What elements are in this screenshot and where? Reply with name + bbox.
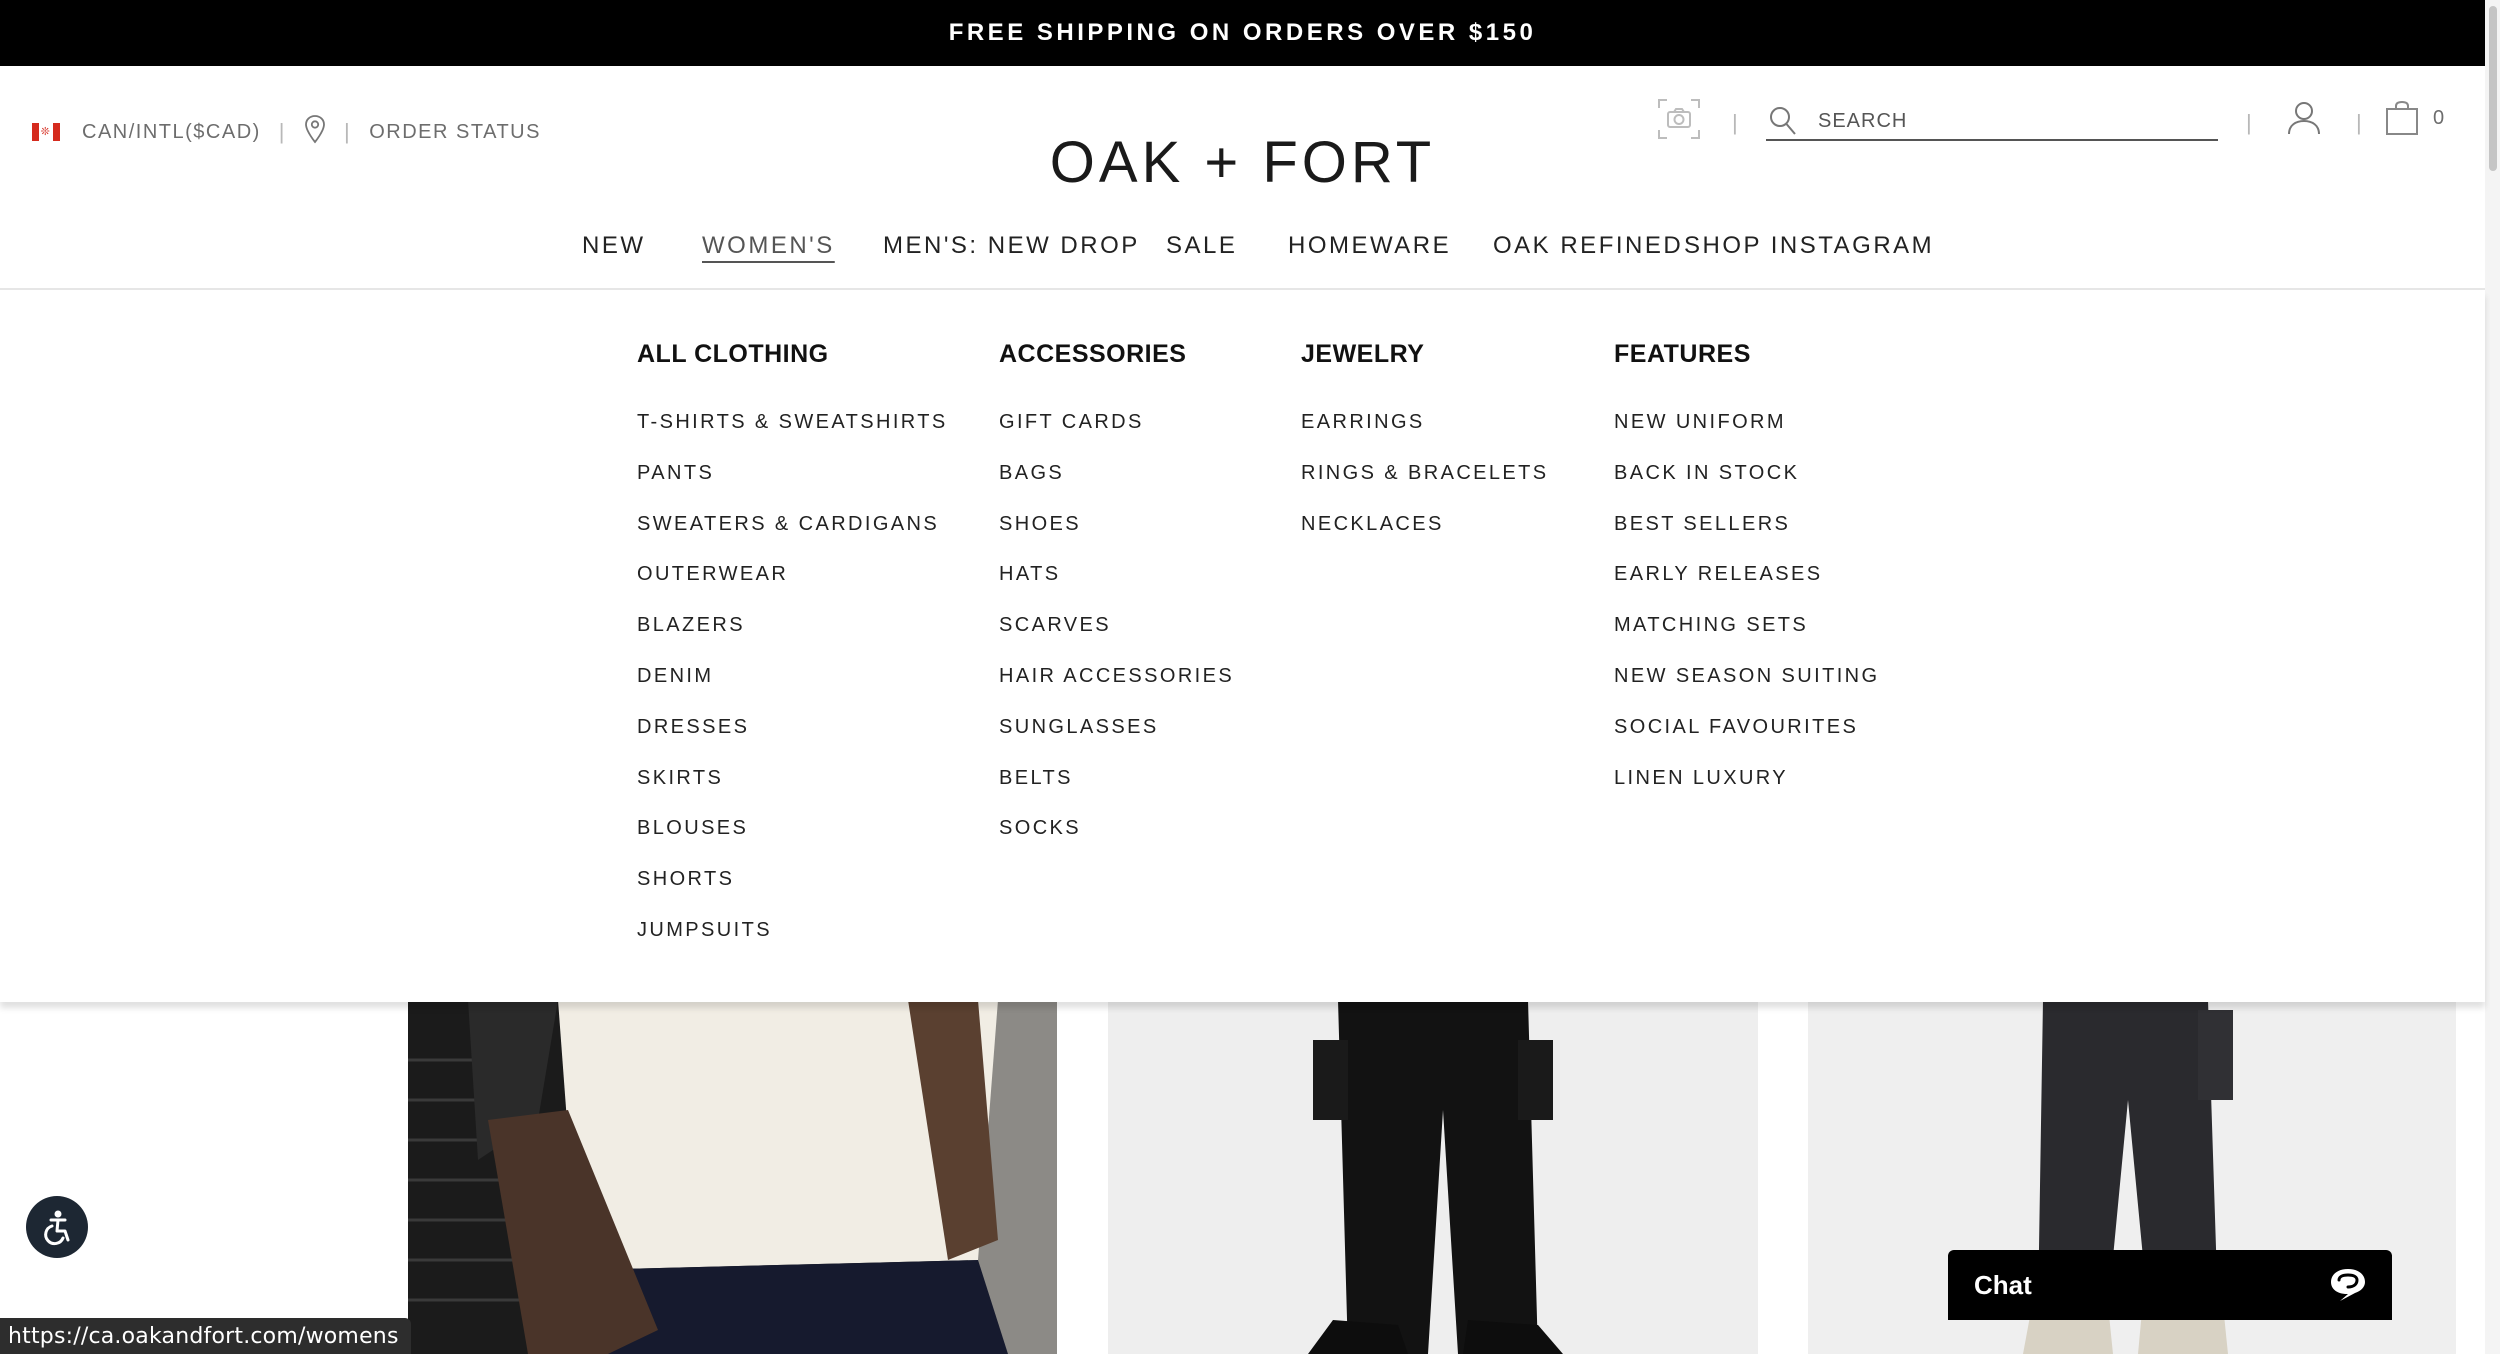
visual-search-camera-icon[interactable] xyxy=(1657,98,1701,140)
menu-item[interactable]: DRESSES xyxy=(637,716,948,767)
nav-oak-refined[interactable]: OAK REFINED xyxy=(1493,232,1683,260)
search-input[interactable] xyxy=(1818,109,2198,133)
chat-bubble-icon xyxy=(2331,1269,2365,1301)
browser-status-url: https://ca.oakandfort.com/womens xyxy=(0,1318,411,1354)
menu-item[interactable]: MATCHING SETS xyxy=(1614,614,1879,665)
menu-item[interactable]: BLOUSES xyxy=(637,817,948,868)
menu-heading-accessories[interactable]: ACCESSORIES xyxy=(999,340,1234,369)
menu-item[interactable]: RINGS & BRACELETS xyxy=(1301,462,1549,513)
divider: | xyxy=(1732,110,1738,135)
menu-item[interactable]: SHORTS xyxy=(637,868,948,919)
chat-widget[interactable]: Chat xyxy=(1948,1250,2392,1320)
menu-item[interactable]: SUNGLASSES xyxy=(999,716,1234,767)
nav-mens-new-drop[interactable]: MEN'S: NEW DROP xyxy=(883,232,1140,260)
product-image[interactable] xyxy=(1108,1000,1758,1354)
menu-item[interactable]: BACK IN STOCK xyxy=(1614,462,1879,513)
site-logo[interactable]: OAK + FORT xyxy=(0,134,2485,192)
menu-heading-all-clothing[interactable]: ALL CLOTHING xyxy=(637,340,948,369)
menu-item[interactable]: NECKLACES xyxy=(1301,513,1549,564)
nav-sale[interactable]: SALE xyxy=(1166,232,1237,260)
chat-label: Chat xyxy=(1974,1269,2032,1300)
cart-button[interactable]: 0 xyxy=(2385,100,2444,136)
menu-item[interactable]: EARLY RELEASES xyxy=(1614,563,1879,614)
menu-item[interactable]: SHOES xyxy=(999,513,1234,564)
divider: | xyxy=(2246,110,2252,135)
scrollbar-thumb[interactable] xyxy=(2489,6,2497,171)
menu-heading-jewelry[interactable]: JEWELRY xyxy=(1301,340,1549,369)
search-bar[interactable] xyxy=(1766,103,2218,141)
main-navigation: NEW WOMEN'S MEN'S: NEW DROP SALE HOMEWAR… xyxy=(0,232,2485,288)
menu-item[interactable]: NEW SEASON SUITING xyxy=(1614,665,1879,716)
menu-item[interactable]: T-SHIRTS & SWEATSHIRTS xyxy=(637,411,948,462)
divider: | xyxy=(2356,110,2362,135)
menu-heading-features[interactable]: FEATURES xyxy=(1614,340,1879,369)
menu-item[interactable]: OUTERWEAR xyxy=(637,563,948,614)
menu-column-clothing: ALL CLOTHING T-SHIRTS & SWEATSHIRTS PANT… xyxy=(637,340,948,970)
menu-item[interactable]: BELTS xyxy=(999,767,1234,818)
accessibility-icon[interactable] xyxy=(26,1196,88,1258)
menu-item[interactable]: EARRINGS xyxy=(1301,411,1549,462)
menu-item[interactable]: BAGS xyxy=(999,462,1234,513)
nav-homeware[interactable]: HOMEWARE xyxy=(1288,232,1451,260)
menu-item[interactable]: DENIM xyxy=(637,665,948,716)
nav-shop-instagram[interactable]: SHOP INSTAGRAM xyxy=(1684,232,1934,260)
promo-banner: FREE SHIPPING ON ORDERS OVER $150 xyxy=(0,0,2485,66)
nav-womens[interactable]: WOMEN'S xyxy=(702,232,835,260)
menu-item[interactable]: PANTS xyxy=(637,462,948,513)
menu-column-accessories: ACCESSORIES GIFT CARDS BAGS SHOES HATS S… xyxy=(999,340,1234,868)
menu-column-jewelry: JEWELRY EARRINGS RINGS & BRACELETS NECKL… xyxy=(1301,340,1549,563)
menu-item[interactable]: JUMPSUITS xyxy=(637,919,948,970)
menu-column-features: FEATURES NEW UNIFORM BACK IN STOCK BEST … xyxy=(1614,340,1879,817)
menu-item[interactable]: HAIR ACCESSORIES xyxy=(999,665,1234,716)
menu-item[interactable]: LINEN LUXURY xyxy=(1614,767,1879,818)
menu-item[interactable]: NEW UNIFORM xyxy=(1614,411,1879,462)
menu-item[interactable]: SOCIAL FAVOURITES xyxy=(1614,716,1879,767)
menu-item[interactable]: SWEATERS & CARDIGANS xyxy=(637,513,948,564)
search-icon xyxy=(1770,107,1796,135)
womens-mega-menu: ALL CLOTHING T-SHIRTS & SWEATSHIRTS PANT… xyxy=(0,290,2485,1002)
menu-item[interactable]: SKIRTS xyxy=(637,767,948,818)
nav-new[interactable]: NEW xyxy=(582,232,646,260)
menu-item[interactable]: SCARVES xyxy=(999,614,1234,665)
account-icon[interactable] xyxy=(2286,100,2322,136)
menu-item[interactable]: HATS xyxy=(999,563,1234,614)
menu-item[interactable]: GIFT CARDS xyxy=(999,411,1234,462)
menu-item[interactable]: SOCKS xyxy=(999,817,1234,868)
product-image[interactable] xyxy=(408,1000,1057,1354)
page-scrollbar[interactable] xyxy=(2485,0,2500,1354)
shopping-bag-icon xyxy=(2386,100,2418,135)
menu-item[interactable]: BLAZERS xyxy=(637,614,948,665)
menu-item[interactable]: BEST SELLERS xyxy=(1614,513,1879,564)
cart-count: 0 xyxy=(2433,107,2445,129)
